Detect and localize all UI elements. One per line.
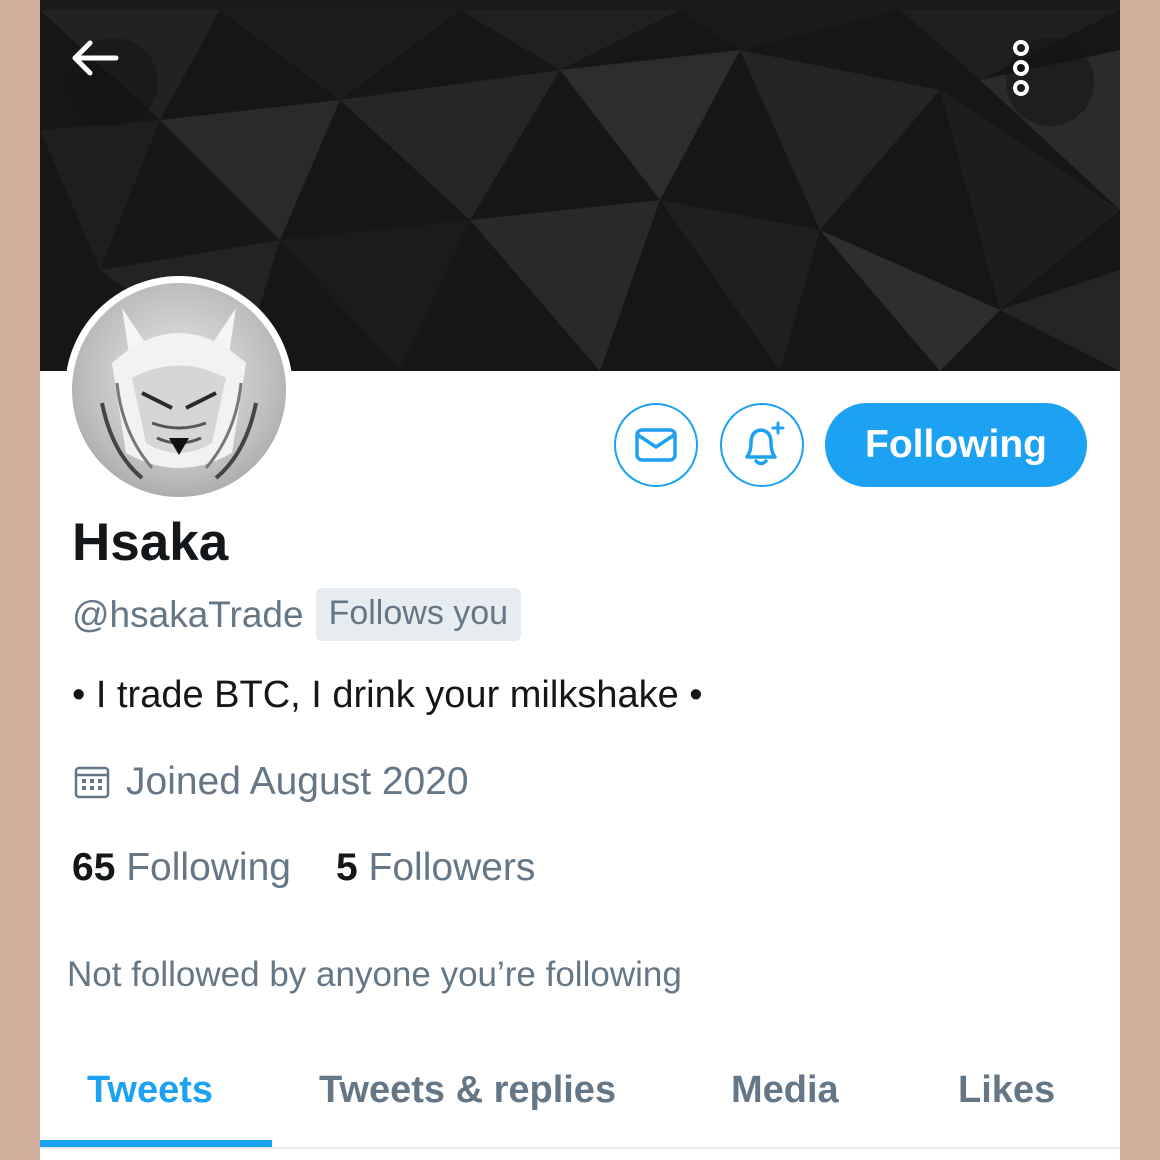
joined-row: Joined August 2020 bbox=[74, 760, 469, 804]
mutual-followers-text: Not followed by anyone you’re following bbox=[67, 955, 682, 994]
following-count: 65 bbox=[72, 846, 116, 889]
avatar[interactable] bbox=[65, 276, 293, 504]
tabs-divider bbox=[40, 1147, 1120, 1149]
followers-label: Followers bbox=[368, 846, 536, 889]
avatar-image bbox=[72, 283, 286, 497]
calendar-icon bbox=[74, 766, 110, 799]
joined-date: Joined August 2020 bbox=[126, 760, 469, 803]
profile-screen: Following Hsaka @hsakaTrade Follows you … bbox=[40, 0, 1120, 1160]
more-vertical-icon bbox=[1013, 40, 1029, 96]
following-stat[interactable]: 65 Following bbox=[72, 846, 291, 890]
profile-handle: @hsakaTrade bbox=[72, 593, 304, 635]
back-button[interactable] bbox=[70, 38, 158, 126]
profile-tabs: Tweets Tweets & replies Media Likes bbox=[40, 1040, 1120, 1147]
tab-tweets[interactable]: Tweets bbox=[87, 1040, 213, 1140]
followers-stat[interactable]: 5 Followers bbox=[336, 846, 535, 890]
wolf-icon bbox=[100, 308, 258, 480]
following-label: Following bbox=[126, 846, 291, 889]
active-tab-indicator bbox=[40, 1140, 272, 1147]
message-button[interactable] bbox=[614, 403, 698, 487]
follow-stats: 65 Following 5 Followers bbox=[72, 846, 535, 890]
handle-row: @hsakaTrade Follows you bbox=[72, 588, 522, 641]
arrow-left-icon bbox=[72, 40, 119, 76]
more-options-button[interactable] bbox=[1006, 38, 1094, 126]
tab-media[interactable]: Media bbox=[731, 1040, 839, 1140]
bell-plus-icon bbox=[745, 421, 785, 466]
envelope-icon bbox=[635, 428, 677, 462]
followers-count: 5 bbox=[335, 846, 358, 889]
status-strip bbox=[40, 0, 1120, 10]
follows-you-badge: Follows you bbox=[315, 588, 522, 641]
profile-name: Hsaka bbox=[72, 513, 229, 572]
tab-likes[interactable]: Likes bbox=[958, 1040, 1055, 1140]
tab-tweets-replies[interactable]: Tweets & replies bbox=[319, 1040, 616, 1140]
following-button[interactable]: Following bbox=[825, 403, 1087, 487]
notifications-button[interactable] bbox=[720, 403, 804, 487]
profile-bio: • I trade BTC, I drink your milkshake • bbox=[72, 674, 703, 716]
